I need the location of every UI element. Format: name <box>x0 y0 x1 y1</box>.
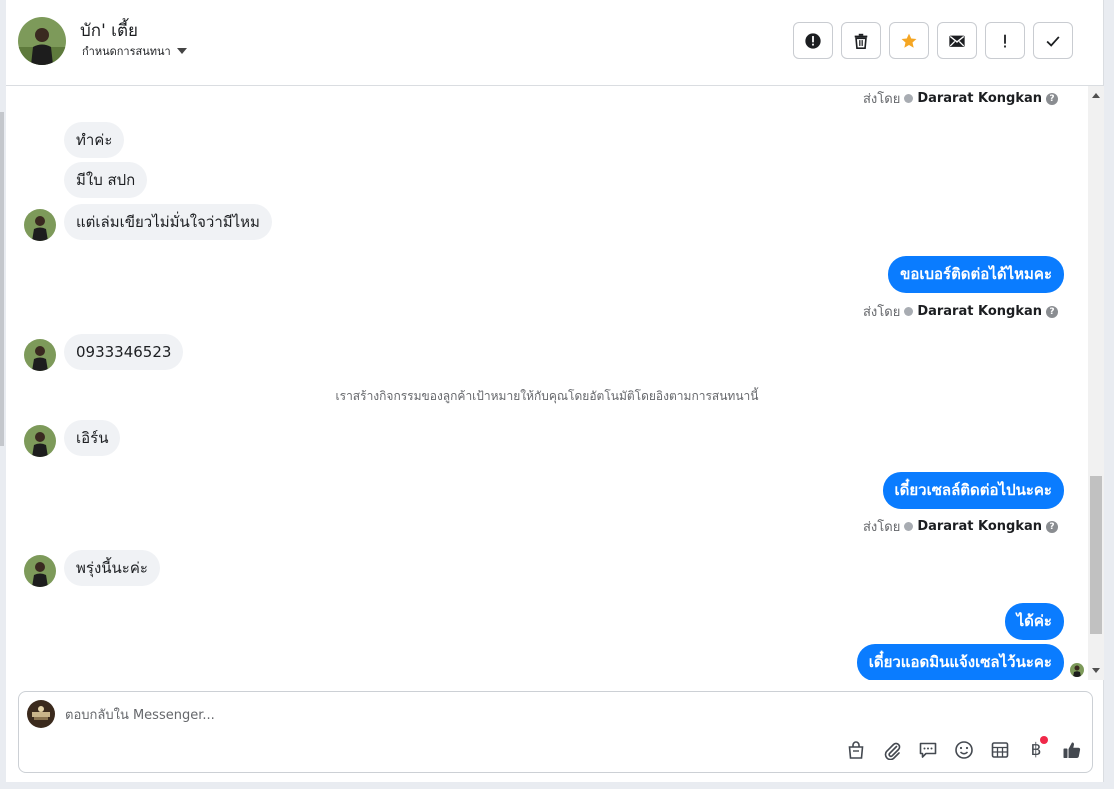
sent-status-icon <box>904 522 914 531</box>
help-icon[interactable]: ? <box>1046 520 1058 533</box>
mail-icon <box>948 32 966 50</box>
sent-by-line: ส่งโดย Dararat Kongkan ? <box>863 88 1058 109</box>
spam-icon <box>804 32 822 50</box>
attachment-icon <box>882 740 902 760</box>
seen-indicator-avatar <box>1070 663 1084 677</box>
incoming-message[interactable]: ทำค่ะ <box>64 122 125 158</box>
notification-dot <box>1040 736 1048 744</box>
incoming-message[interactable]: แต่เล่มเขียวไม่มั่นใจว่ามีไหม <box>64 204 272 240</box>
shopping-bag-button[interactable] <box>844 738 868 762</box>
mark-done-button[interactable] <box>1033 22 1073 59</box>
attachment-button[interactable] <box>880 738 904 762</box>
sent-by-line: ส่งโดย Dararat Kongkan ? <box>863 516 1058 537</box>
contact-avatar[interactable] <box>18 17 66 65</box>
like-icon <box>1062 740 1082 760</box>
contact-avatar-small[interactable] <box>24 555 56 587</box>
sent-status-icon <box>904 307 914 316</box>
help-icon[interactable]: ? <box>1046 305 1058 318</box>
composer-toolbar: ฿ <box>844 736 1084 762</box>
assign-conversation-label: กำหนดการสนทนา <box>82 45 171 58</box>
reply-composer: ฿ <box>18 691 1093 773</box>
agent-name: Dararat Kongkan <box>917 91 1042 106</box>
incoming-message[interactable]: พรุ่งนี้นะค่ะ <box>64 550 160 586</box>
assign-conversation-dropdown[interactable]: กำหนดการสนทนา <box>82 42 187 60</box>
mark-unread-button[interactable] <box>937 22 977 59</box>
sent-by-line: ส่งโดย Dararat Kongkan ? <box>863 301 1058 322</box>
message-thread[interactable]: ส่งโดย Dararat Kongkan ? ทำค่ะ มีใบ สปก … <box>6 86 1088 680</box>
check-icon <box>1044 32 1062 50</box>
like-button[interactable] <box>1060 738 1084 762</box>
sent-status-icon <box>904 94 914 103</box>
table-button[interactable] <box>988 738 1012 762</box>
star-button[interactable] <box>889 22 929 59</box>
shopping-bag-icon <box>846 740 866 760</box>
baht-icon: ฿ <box>1030 740 1042 760</box>
sent-by-prefix: ส่งโดย <box>862 520 901 535</box>
payment-button[interactable]: ฿ <box>1024 736 1048 762</box>
caret-down-icon <box>176 48 187 54</box>
system-note: เราสร้างกิจกรรมของลูกค้าเป้าหมายให้กับคุ… <box>335 389 759 403</box>
thread-scrollbar[interactable] <box>1088 86 1104 680</box>
conversation-actions <box>793 22 1073 59</box>
contact-avatar-small[interactable] <box>24 425 56 457</box>
emoji-button[interactable] <box>952 738 976 762</box>
scroll-down-arrow-icon[interactable] <box>1092 668 1100 673</box>
outgoing-message[interactable]: ได้ค่ะ <box>1004 603 1064 640</box>
outgoing-message[interactable]: เดี๋ยวเซลล์ติดต่อไปนะคะ <box>882 472 1064 509</box>
delete-button[interactable] <box>841 22 881 59</box>
conversation-header: บัก' เตี้ย กำหนดการสนทนา <box>6 0 1104 86</box>
trash-icon <box>852 32 870 50</box>
saved-reply-button[interactable] <box>916 738 940 762</box>
sent-by-prefix: ส่งโดย <box>862 305 901 320</box>
outgoing-message[interactable]: ขอเบอร์ติดต่อได้ไหมคะ <box>888 256 1064 293</box>
saved-reply-icon <box>918 740 938 760</box>
exclamation-icon <box>996 32 1014 50</box>
agent-name: Dararat Kongkan <box>917 519 1042 534</box>
contact-avatar-small[interactable] <box>24 209 56 241</box>
reply-input[interactable] <box>65 704 765 726</box>
follow-up-button[interactable] <box>985 22 1025 59</box>
contact-name: บัก' เตี้ย <box>80 21 138 41</box>
scroll-up-arrow-icon[interactable] <box>1092 93 1100 98</box>
contact-avatar-small[interactable] <box>24 339 56 371</box>
star-icon <box>900 32 918 50</box>
incoming-message[interactable]: 0933346523 <box>64 334 184 370</box>
outgoing-message[interactable]: เดี๋ยวแอดมินแจ้งเซลไว้นะคะ <box>856 644 1064 680</box>
incoming-message[interactable]: เอิร์น <box>64 420 121 456</box>
page-avatar <box>27 700 55 728</box>
incoming-message[interactable]: มีใบ สปก <box>64 162 148 198</box>
agent-name: Dararat Kongkan <box>917 304 1042 319</box>
left-panel-scrollbar[interactable] <box>0 112 4 446</box>
help-icon[interactable]: ? <box>1046 92 1058 105</box>
table-icon <box>990 740 1010 760</box>
spam-button[interactable] <box>793 22 833 59</box>
emoji-icon <box>954 740 974 760</box>
sent-by-prefix: ส่งโดย <box>862 92 901 107</box>
conversation-pane: บัก' เตี้ย กำหนดการสนทนา ส่งโดย Dararat … <box>6 0 1104 782</box>
scroll-thumb[interactable] <box>1090 476 1102 634</box>
